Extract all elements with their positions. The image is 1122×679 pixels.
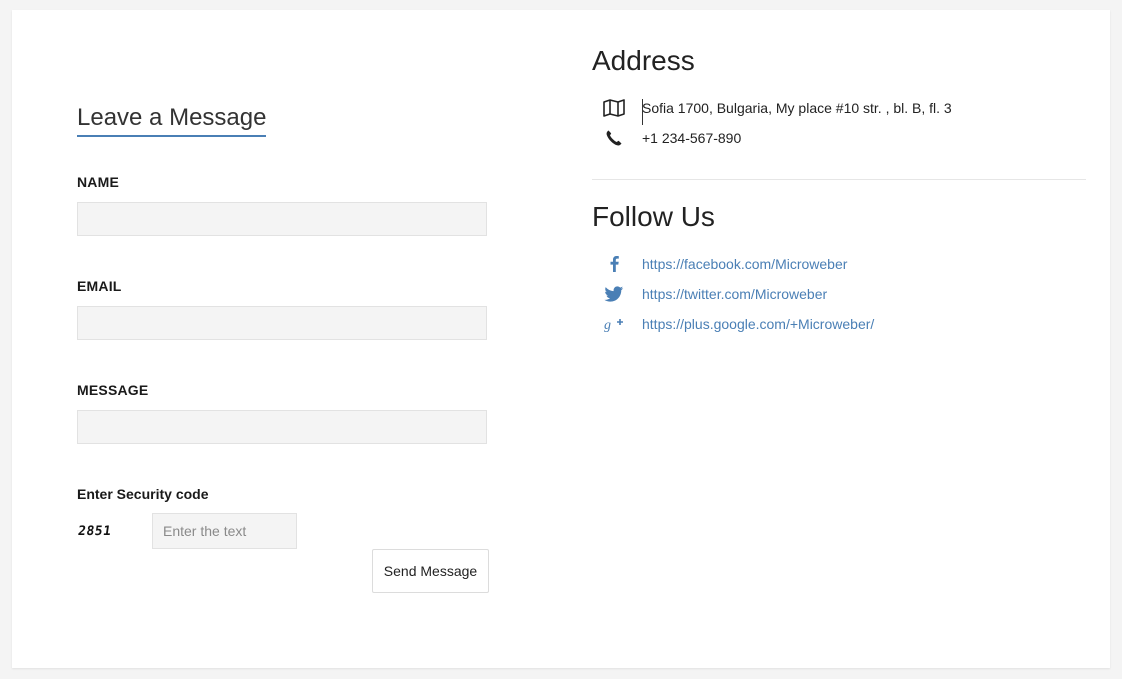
twitter-icon: [602, 283, 626, 305]
address-row: Sofia 1700, Bulgaria, My place #10 str. …: [602, 97, 952, 119]
phone-text: +1 234-567-890: [642, 130, 742, 146]
text-cursor: [642, 99, 643, 125]
address-title: Address: [592, 45, 695, 76]
twitter-link[interactable]: https://twitter.com/Microweber: [642, 286, 827, 302]
message-field[interactable]: [77, 410, 487, 444]
phone-row: +1 234-567-890: [602, 127, 741, 149]
facebook-link[interactable]: https://facebook.com/Microweber: [642, 256, 847, 272]
send-message-button[interactable]: Send Message: [372, 549, 489, 593]
address-text: Sofia 1700, Bulgaria, My place #10 str. …: [642, 100, 952, 116]
captcha-image: 2851: [76, 524, 113, 539]
message-label: MESSAGE: [77, 382, 149, 398]
phone-icon: [602, 127, 626, 149]
map-icon: [602, 97, 626, 119]
social-link-facebook: https://facebook.com/Microweber: [602, 253, 847, 275]
name-field[interactable]: [77, 202, 487, 236]
google-plus-icon: g: [602, 313, 626, 335]
security-code-label: Enter Security code: [77, 486, 209, 502]
google-plus-link[interactable]: https://plus.google.com/+Microweber/: [642, 316, 874, 332]
section-divider: [592, 179, 1086, 180]
email-label: EMAIL: [77, 278, 122, 294]
name-label: NAME: [77, 174, 120, 190]
form-title: Leave a Message: [77, 103, 267, 137]
social-link-twitter: https://twitter.com/Microweber: [602, 283, 827, 305]
social-link-google-plus: g https://plus.google.com/+Microweber/: [602, 313, 874, 335]
captcha-input[interactable]: [152, 513, 297, 549]
email-field[interactable]: [77, 306, 487, 340]
facebook-icon: [602, 253, 626, 275]
svg-text:g: g: [604, 318, 611, 332]
contact-card: Leave a Message NAME EMAIL MESSAGE Enter…: [12, 10, 1110, 668]
follow-us-title: Follow Us: [592, 201, 715, 232]
